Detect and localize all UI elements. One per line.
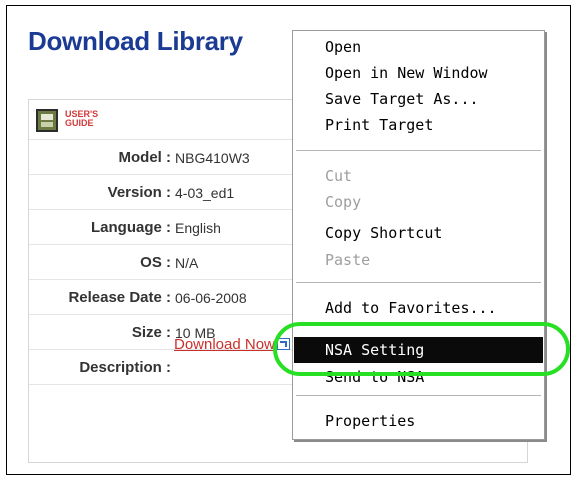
menu-item-nsa-setting[interactable]: NSA Setting	[294, 337, 543, 363]
menu-item-open[interactable]: Open	[294, 34, 543, 60]
menu-separator	[296, 395, 541, 397]
os-label: OS :	[140, 254, 171, 271]
download-now-link[interactable]: Download Now	[174, 336, 290, 353]
book-page-top	[41, 114, 53, 120]
menu-item-print-target[interactable]: Print Target	[294, 112, 543, 138]
menu-item-properties[interactable]: Properties	[294, 408, 543, 434]
language-label: Language :	[90, 219, 171, 236]
os-value: N/A	[175, 255, 199, 271]
menu-item-send-to-nsa[interactable]: Send to NSA	[294, 364, 543, 390]
menu-separator	[296, 282, 541, 284]
menu-item-open-new-window[interactable]: Open in New Window	[294, 60, 543, 86]
version-value: 4-03_ed1	[175, 185, 235, 201]
download-now-label: Download Now	[174, 336, 275, 353]
external-link-icon	[276, 338, 290, 350]
users-guide-book-icon	[36, 109, 58, 132]
book-page-bottom	[41, 122, 53, 127]
users-guide-logo: USER'S GUIDE	[65, 109, 99, 128]
context-menu: Open Open in New Window Save Target As..…	[292, 30, 545, 440]
menu-item-copy: Copy	[325, 193, 362, 211]
menu-item-add-to-favorites[interactable]: Add to Favorites...	[294, 295, 543, 321]
page-title: Download Library	[28, 26, 243, 56]
description-label: Description :	[79, 359, 171, 376]
menu-item-save-target-as[interactable]: Save Target As...	[294, 86, 543, 112]
release-date-label: Release Date :	[68, 289, 171, 306]
menu-item-copy-shortcut[interactable]: Copy Shortcut	[294, 220, 543, 246]
size-label: Size :	[131, 324, 171, 341]
menu-item-paste: Paste	[325, 251, 371, 269]
version-label: Version :	[107, 184, 171, 201]
model-value: NBG410W3	[175, 150, 250, 166]
release-date-value: 06-06-2008	[175, 290, 247, 306]
model-label: Model :	[118, 149, 172, 166]
menu-item-cut: Cut	[325, 167, 353, 185]
language-value: English	[175, 220, 221, 236]
menu-separator	[296, 150, 541, 152]
